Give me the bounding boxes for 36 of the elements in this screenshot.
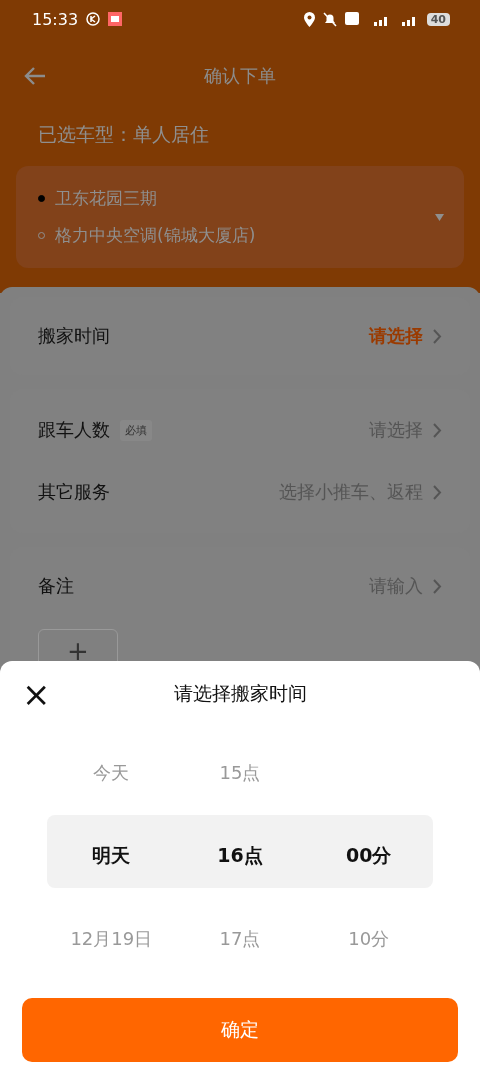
- confirm-button[interactable]: 确定: [22, 998, 458, 1062]
- picker-option[interactable]: 12月19日: [47, 897, 176, 980]
- sheet-title: 请选择搬家时间: [173, 681, 307, 706]
- row-label: 其它服务: [38, 480, 110, 504]
- route-card[interactable]: 卫东花园三期 格力中央空调(锦城大厦店): [16, 166, 464, 268]
- dropdown-triangle-icon: [435, 213, 444, 221]
- chevron-icon: [433, 328, 442, 344]
- row-value[interactable]: 请选择: [369, 324, 423, 348]
- close-button[interactable]: ×: [18, 677, 55, 711]
- status-time: 15:33: [32, 9, 79, 29]
- add-button[interactable]: +: [38, 629, 118, 661]
- back-arrow-icon[interactable]: [24, 66, 46, 86]
- stop-dot: [38, 195, 45, 202]
- stop-address: 卫东花园三期: [55, 187, 157, 210]
- picker-option[interactable]: 17点: [175, 897, 305, 980]
- page-title: 确认下单: [203, 64, 277, 88]
- chevron-icon: [433, 422, 442, 438]
- stop-address: 格力中央空调(锦城大厦店): [55, 224, 256, 247]
- picker-option[interactable]: 今天: [47, 731, 176, 814]
- vehicle-type: 已选车型：单人居住: [37, 122, 210, 147]
- required-tag: 必填: [120, 419, 152, 441]
- picker-option[interactable]: 16点: [175, 814, 305, 897]
- picker-option[interactable]: 15点: [175, 731, 305, 814]
- row-label: 备注: [38, 574, 74, 598]
- row-label: 跟车人数: [38, 418, 110, 442]
- picker-option[interactable]: 10分: [304, 897, 433, 980]
- app-notification-icon: [108, 12, 123, 26]
- row-label: 搬家时间: [38, 324, 110, 348]
- chevron-icon: [433, 578, 442, 594]
- chevron-icon: [433, 484, 442, 500]
- muted-bell-icon: [322, 11, 337, 27]
- circle-k-icon: [86, 12, 101, 26]
- picker-option[interactable]: 00分: [304, 814, 433, 897]
- location-icon: [303, 11, 315, 27]
- picker-option[interactable]: 明天: [47, 814, 176, 897]
- battery-level: 40: [426, 12, 450, 26]
